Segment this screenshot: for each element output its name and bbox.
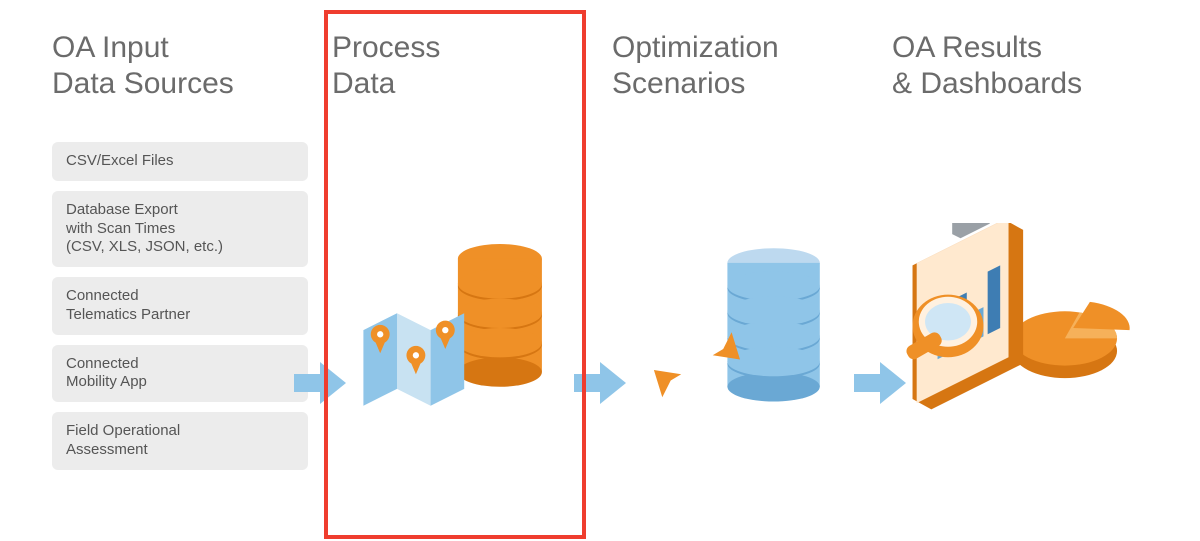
column-title-optimize: Optimization Scenarios: [612, 30, 868, 102]
column-input-sources: OA Input Data Sources CSV/Excel Files Da…: [40, 30, 320, 521]
column-title-results: OA Results & Dashboards: [892, 30, 1148, 102]
source-item: CSV/Excel Files: [52, 142, 308, 181]
sources-list: CSV/Excel Files Database Export with Sca…: [52, 142, 308, 470]
results-dashboard-icon: [892, 134, 1148, 521]
column-optimization: Optimization Scenarios: [600, 30, 880, 521]
workflow-diagram: OA Input Data Sources CSV/Excel Files Da…: [0, 0, 1200, 541]
arrow-right-icon: [854, 360, 906, 406]
optimization-icon: [612, 134, 868, 521]
arrow-right-icon: [574, 360, 626, 406]
column-title-process: Process Data: [332, 30, 588, 102]
column-process-data: Process Data: [320, 30, 600, 521]
column-results: OA Results & Dashboards: [880, 30, 1160, 521]
source-item: Connected Mobility App: [52, 345, 308, 403]
source-item: Connected Telematics Partner: [52, 277, 308, 335]
process-data-icon: [332, 134, 588, 521]
source-item: Field Operational Assessment: [52, 412, 308, 470]
column-title-sources: OA Input Data Sources: [52, 30, 308, 102]
arrow-right-icon: [294, 360, 346, 406]
source-item: Database Export with Scan Times (CSV, XL…: [52, 191, 308, 267]
